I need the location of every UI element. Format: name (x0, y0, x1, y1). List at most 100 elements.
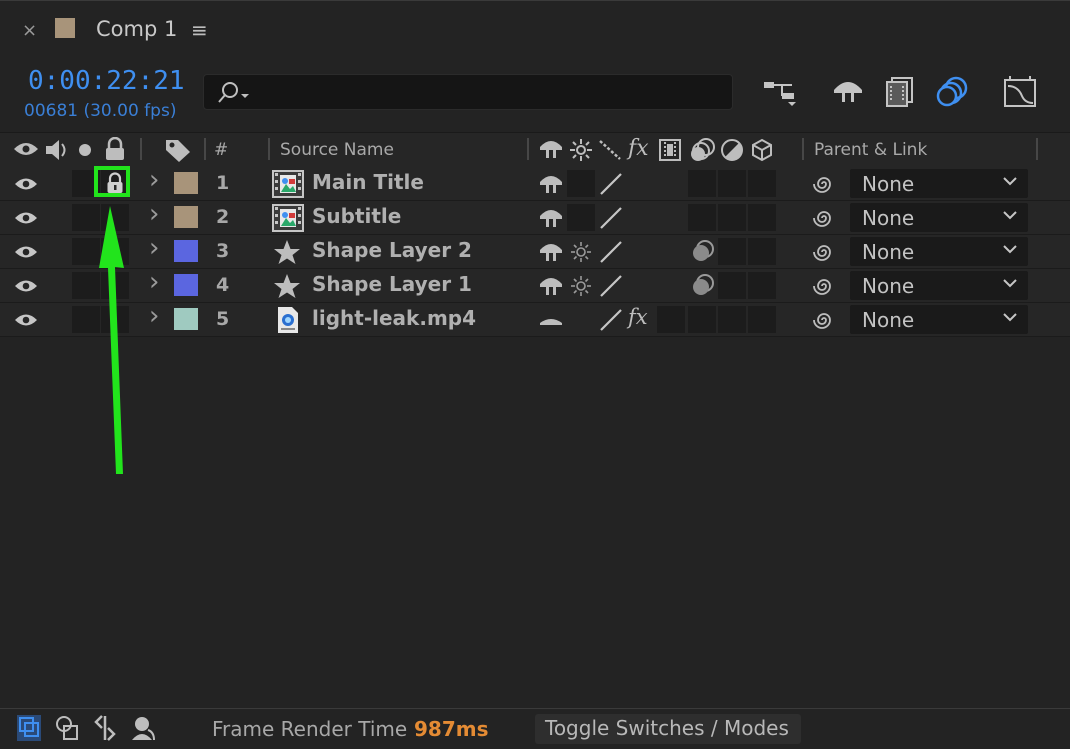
motion-blur-icon[interactable] (936, 76, 970, 108)
composition-flowchart-icon[interactable] (762, 76, 800, 108)
adjustment-layer-switch[interactable] (718, 238, 746, 265)
effects-fx-header[interactable]: fx (628, 136, 649, 161)
parent-link-column-header[interactable]: Parent & Link (814, 140, 927, 160)
video-eye-icon[interactable] (14, 312, 38, 328)
shy-header-icon[interactable] (538, 137, 564, 161)
motion-blur-switch[interactable] (688, 170, 716, 197)
video-eye-header-icon[interactable] (13, 140, 39, 158)
quality-switch-icon[interactable] (598, 206, 624, 230)
current-time-display[interactable]: 0:00:22:21 (28, 66, 185, 96)
parent-dropdown[interactable]: None (850, 169, 1028, 198)
3d-layer-switch[interactable] (748, 204, 776, 231)
expand-layer-chevron-icon[interactable]: › (149, 165, 159, 195)
parent-pick-whip-icon[interactable] (812, 206, 836, 230)
layer-label-color[interactable] (174, 206, 198, 228)
panel-menu-icon[interactable]: ≡ (191, 18, 208, 42)
video-eye-icon[interactable] (14, 176, 38, 192)
adjustment-layer-switch[interactable] (718, 272, 746, 299)
adjustment-layer-header-icon[interactable] (720, 138, 744, 162)
frame-blending-icon[interactable] (884, 76, 916, 108)
layer-label-color[interactable] (174, 172, 198, 194)
graph-editor-icon[interactable] (1002, 76, 1040, 110)
frame-blend-switch[interactable] (657, 306, 685, 333)
parent-pick-whip-icon[interactable] (812, 172, 836, 196)
shy-switch-icon[interactable] (538, 206, 564, 230)
collapse-transform-switch-icon[interactable] (570, 275, 592, 297)
layer-name[interactable]: Shape Layer 1 (312, 272, 472, 296)
collapse-transform-header-icon[interactable] (570, 139, 592, 161)
adjustment-layer-switch[interactable] (718, 306, 746, 333)
hide-shy-layers-icon[interactable] (830, 76, 866, 108)
quality-switch-icon[interactable] (598, 240, 624, 264)
transfer-controls-pane-icon[interactable] (54, 714, 80, 742)
chevron-down-icon (1003, 279, 1017, 288)
chevron-down-icon (1003, 177, 1017, 186)
layer-name[interactable]: Subtitle (312, 204, 401, 228)
expand-layer-chevron-icon[interactable]: › (149, 267, 159, 297)
expand-layer-chevron-icon[interactable]: › (149, 301, 159, 331)
motion-blur-switch[interactable] (688, 204, 716, 231)
parent-dropdown-value: None (862, 206, 915, 230)
comp-tab-title[interactable]: Comp 1 (96, 17, 177, 41)
layer-name[interactable]: light-leak.mp4 (312, 306, 476, 330)
header-separator (802, 138, 804, 160)
motion-blur-switch[interactable] (688, 306, 716, 333)
layer-name[interactable]: Main Title (312, 170, 424, 194)
layer-label-color[interactable] (174, 274, 198, 296)
shy-switch-icon[interactable] (538, 311, 564, 331)
video-eye-icon[interactable] (14, 210, 38, 226)
3d-layer-switch[interactable] (748, 170, 776, 197)
parent-pick-whip-icon[interactable] (812, 240, 836, 264)
video-eye-icon[interactable] (14, 278, 38, 294)
expand-layer-chevron-icon[interactable]: › (149, 233, 159, 263)
collapse-switch[interactable] (567, 170, 595, 197)
parent-pick-whip-icon[interactable] (812, 308, 836, 332)
quality-switch-icon[interactable] (598, 274, 624, 298)
parent-dropdown[interactable]: None (850, 305, 1028, 334)
adjustment-layer-switch[interactable] (718, 204, 746, 231)
parent-pick-whip-icon[interactable] (812, 274, 836, 298)
quality-header-icon[interactable] (598, 139, 622, 161)
frame-render-time-value: 987ms (414, 717, 489, 741)
3d-layer-header-icon[interactable] (750, 138, 774, 162)
motion-blur-switch-icon[interactable] (688, 239, 716, 265)
quality-switch-icon[interactable] (598, 172, 624, 196)
frame-blend-header-icon[interactable] (658, 138, 682, 162)
collapse-switch[interactable] (567, 204, 595, 231)
shy-switch-icon[interactable] (538, 172, 564, 196)
effects-fx-switch[interactable]: fx (628, 305, 648, 329)
composition-icon (272, 170, 304, 198)
composition-icon (272, 204, 304, 232)
parent-dropdown[interactable]: None (850, 203, 1028, 232)
search-icon[interactable] (216, 80, 252, 106)
video-eye-icon[interactable] (14, 244, 38, 260)
parent-dropdown[interactable]: None (850, 237, 1028, 266)
layer-search-input[interactable] (203, 74, 733, 110)
layer-name[interactable]: Shape Layer 2 (312, 238, 472, 262)
render-time-pane-icon[interactable] (128, 714, 158, 742)
layer-switches-pane-icon[interactable] (16, 714, 42, 742)
motion-blur-header-icon[interactable] (688, 137, 716, 163)
label-tag-header-icon[interactable] (164, 137, 192, 163)
source-name-column-header[interactable]: Source Name (280, 140, 394, 160)
3d-layer-switch[interactable] (748, 272, 776, 299)
star-shape-icon (274, 274, 300, 298)
shy-switch-icon[interactable] (538, 240, 564, 264)
collapse-transform-switch-icon[interactable] (570, 241, 592, 263)
quality-switch-icon[interactable] (598, 308, 624, 332)
audio-speaker-header-icon[interactable] (44, 138, 70, 162)
3d-layer-switch[interactable] (748, 238, 776, 265)
in-out-duration-pane-icon[interactable] (92, 714, 118, 742)
number-column-header[interactable]: # (214, 140, 228, 160)
motion-blur-switch-icon[interactable] (688, 273, 716, 299)
3d-layer-switch[interactable] (748, 306, 776, 333)
shy-switch-icon[interactable] (538, 274, 564, 298)
adjustment-layer-switch[interactable] (718, 170, 746, 197)
expand-layer-chevron-icon[interactable]: › (149, 199, 159, 229)
layer-label-color[interactable] (174, 240, 198, 262)
close-tab-button[interactable]: × (22, 20, 37, 41)
solo-dot-header-icon[interactable] (77, 142, 93, 158)
layer-label-color[interactable] (174, 308, 198, 330)
lock-header-icon[interactable] (104, 137, 126, 161)
parent-dropdown[interactable]: None (850, 271, 1028, 300)
